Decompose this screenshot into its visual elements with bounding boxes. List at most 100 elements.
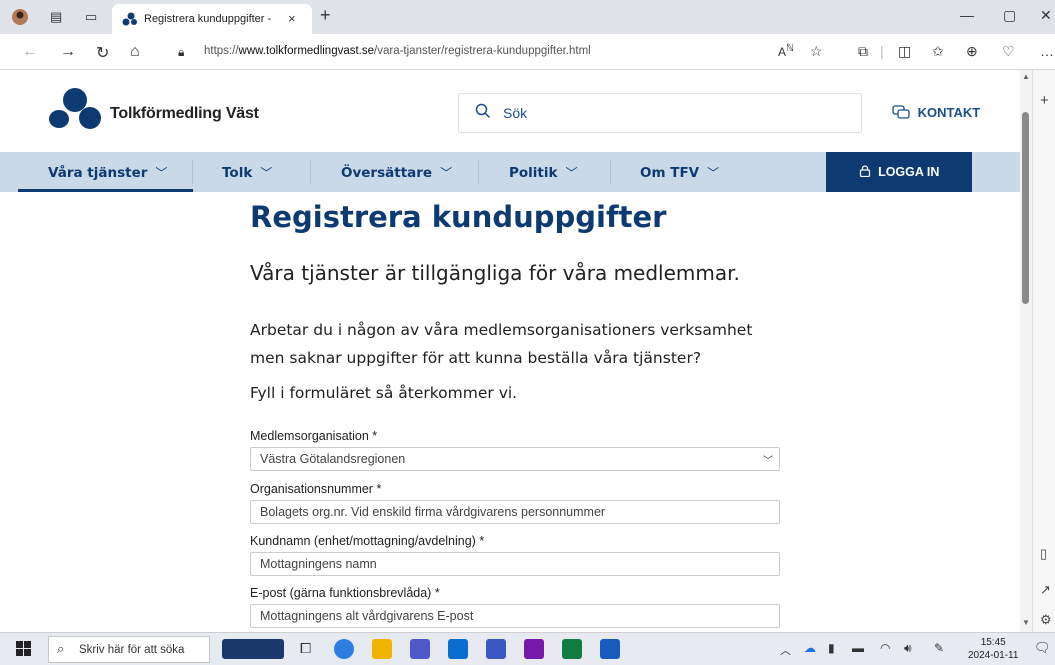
onedrive-icon[interactable]: ☁ <box>804 641 816 655</box>
scroll-thumb[interactable] <box>1022 112 1029 304</box>
nav-item-oversattare[interactable]: Översättare ﹀ <box>341 164 452 181</box>
battery-icon[interactable]: ▬ <box>852 641 864 655</box>
url-host: www.tolkformedlingvast.se <box>238 45 375 57</box>
external-link-icon[interactable]: ↗ <box>1040 582 1051 598</box>
excel-icon[interactable] <box>562 639 582 659</box>
add-icon[interactable]: + <box>1040 92 1049 109</box>
edge-icon[interactable] <box>334 639 354 659</box>
refresh-icon[interactable]: ↻ <box>96 43 109 63</box>
tab-close-icon[interactable]: × <box>288 11 296 26</box>
pen-icon[interactable]: ✎ <box>934 641 944 655</box>
browser-sidebar: + ▯ ↗ ⚙ <box>1032 70 1055 632</box>
nav-divider <box>478 160 479 184</box>
usb-icon[interactable]: ▮ <box>828 641 835 655</box>
form-instruction: Fyll i formuläret så återkommer vi. <box>250 384 518 402</box>
system-clock[interactable]: 15:45 2024-01-11 <box>968 636 1018 662</box>
contact-label: KONTAKT <box>917 105 981 120</box>
taskbar-search-text: Skriv här för att söka <box>79 644 185 656</box>
scroll-down-icon[interactable]: ▼ <box>1022 618 1030 627</box>
nav-item-vara-tjanster[interactable]: Våra tjänster ﹀ <box>48 164 167 181</box>
file-explorer-icon[interactable] <box>372 639 392 659</box>
forward-icon[interactable]: → <box>60 43 76 61</box>
logo-text[interactable]: Tolkförmedling Väst <box>110 105 259 123</box>
nav-item-om-tfv[interactable]: Om TFV ﹀ <box>640 164 719 181</box>
more-icon[interactable]: … <box>1040 43 1054 59</box>
news-widget-icon[interactable] <box>222 639 284 659</box>
scroll-up-icon[interactable]: ▲ <box>1022 72 1030 81</box>
kundnamn-input[interactable]: Mottagningens namn <box>250 552 780 576</box>
viva-icon[interactable] <box>486 639 506 659</box>
minimize-icon[interactable]: — <box>960 7 974 23</box>
member-org-select[interactable]: Västra Götalandsregionen ﹀ <box>250 447 780 471</box>
favorites-bar-icon[interactable]: ✩ <box>932 43 944 60</box>
teams-icon[interactable] <box>410 639 430 659</box>
onenote-icon[interactable] <box>524 639 544 659</box>
intro-paragraph: Arbetar du i någon av våra medlemsorgani… <box>250 321 753 367</box>
outlook-icon[interactable] <box>448 639 468 659</box>
chevron-down-icon: ﹀ <box>763 456 773 467</box>
nav-label: Politik <box>509 165 558 181</box>
new-tab-icon[interactable]: + <box>320 5 331 26</box>
epost-input[interactable]: Mottagningens alt vårdgivarens E-post <box>250 604 780 628</box>
chevron-down-icon: ﹀ <box>440 166 453 180</box>
vertical-scrollbar[interactable]: ▲ ▼ <box>1020 70 1032 632</box>
chevron-down-icon: ﹀ <box>155 166 168 180</box>
select-value: Västra Götalandsregionen <box>260 452 406 466</box>
taskbar-search[interactable]: ⌕ Skriv här för att söka <box>48 636 210 663</box>
org-label: Medlemsorganisation * <box>250 429 378 443</box>
nav-label: Tolk <box>222 165 253 181</box>
collections-icon[interactable]: ⊕ <box>966 43 978 60</box>
favorite-icon[interactable]: ☆ <box>810 43 823 60</box>
split-screen-icon[interactable]: ◫ <box>898 43 911 60</box>
search-icon <box>475 103 491 124</box>
lock-icon[interactable]: 🔒︎ <box>178 45 184 60</box>
close-window-icon[interactable]: ✕ <box>1040 7 1052 24</box>
back-icon[interactable]: ← <box>22 43 38 61</box>
url-prefix: https:// <box>204 45 239 57</box>
search-input[interactable]: Sök <box>503 105 527 121</box>
tfv-logo-icon[interactable] <box>48 88 104 137</box>
chevron-down-icon: ﹀ <box>707 166 720 180</box>
nav-item-politik[interactable]: Politik ﹀ <box>509 164 578 181</box>
orgnr-input[interactable]: Bolagets org.nr. Vid enskild firma vårdg… <box>250 500 780 524</box>
chat-icon <box>892 105 918 120</box>
profile-icon[interactable] <box>12 9 28 28</box>
epost-label: E-post (gärna funktionsbrevlåda) * <box>250 586 440 600</box>
tab-overview-icon[interactable]: ▭ <box>85 9 97 25</box>
login-button[interactable]: LOGGA IN <box>826 152 972 192</box>
search-box[interactable]: Sök <box>458 93 862 133</box>
main-navigation: Våra tjänster ﹀ Tolk ﹀ Översättare ﹀ Politi… <box>0 152 1020 192</box>
nav-label: Om TFV <box>640 165 700 181</box>
lock-icon <box>859 165 878 179</box>
url-field[interactable]: https://www.tolkformedlingvast.se/vara-t… <box>204 45 591 57</box>
chevron-down-icon: ﹀ <box>565 166 578 180</box>
page-title: Registrera kunduppgifter <box>250 200 667 234</box>
read-aloud-icon[interactable]: Aℕ <box>778 43 794 59</box>
browser-tab-bar: ▤ ▭ Registrera kunduppgifter - Tolkfö × … <box>0 0 1055 34</box>
active-nav-indicator <box>18 189 193 192</box>
url-path: /vara-tjanster/registrera-kunduppgifter.… <box>374 45 591 57</box>
extensions-icon[interactable]: ⧉ <box>858 43 868 60</box>
restore-icon[interactable]: ▢ <box>1003 7 1016 24</box>
show-hidden-icons-icon[interactable]: ︿ <box>780 642 791 658</box>
task-view-icon[interactable]: ⧠ <box>300 640 311 657</box>
login-label: LOGGA IN <box>878 165 940 179</box>
volume-icon[interactable]: 🔊︎ <box>904 641 912 656</box>
notifications-icon[interactable]: 🗨︎ <box>1034 640 1051 656</box>
web-page: Tolkförmedling Väst Sök KONTAKT Våra tjä… <box>0 70 1020 632</box>
windows-start-icon[interactable] <box>16 641 31 661</box>
home-icon[interactable]: ⌂ <box>130 43 140 61</box>
sidebar-panel-icon[interactable]: ▯ <box>1040 546 1047 562</box>
tab-title: Registrera kunduppgifter - Tolkfö <box>144 13 274 25</box>
nav-item-tolk[interactable]: Tolk ﹀ <box>222 164 272 181</box>
wifi-icon[interactable]: ◠ <box>880 641 890 655</box>
word-icon[interactable] <box>600 639 620 659</box>
windows-taskbar: ⌕ Skriv här för att söka ⧠ ︿ ☁ ▮ ▬ ◠ 🔊︎ … <box>0 632 1055 665</box>
settings-icon[interactable]: ⚙ <box>1040 612 1052 628</box>
nav-label: Våra tjänster <box>48 165 148 181</box>
browser-essentials-icon[interactable]: ♡ <box>1002 43 1015 60</box>
contact-link[interactable]: KONTAKT <box>892 105 980 120</box>
tab-actions-icon[interactable]: ▤ <box>50 9 62 25</box>
active-tab[interactable]: Registrera kunduppgifter - Tolkfö × <box>112 4 312 34</box>
nav-divider <box>310 160 311 184</box>
